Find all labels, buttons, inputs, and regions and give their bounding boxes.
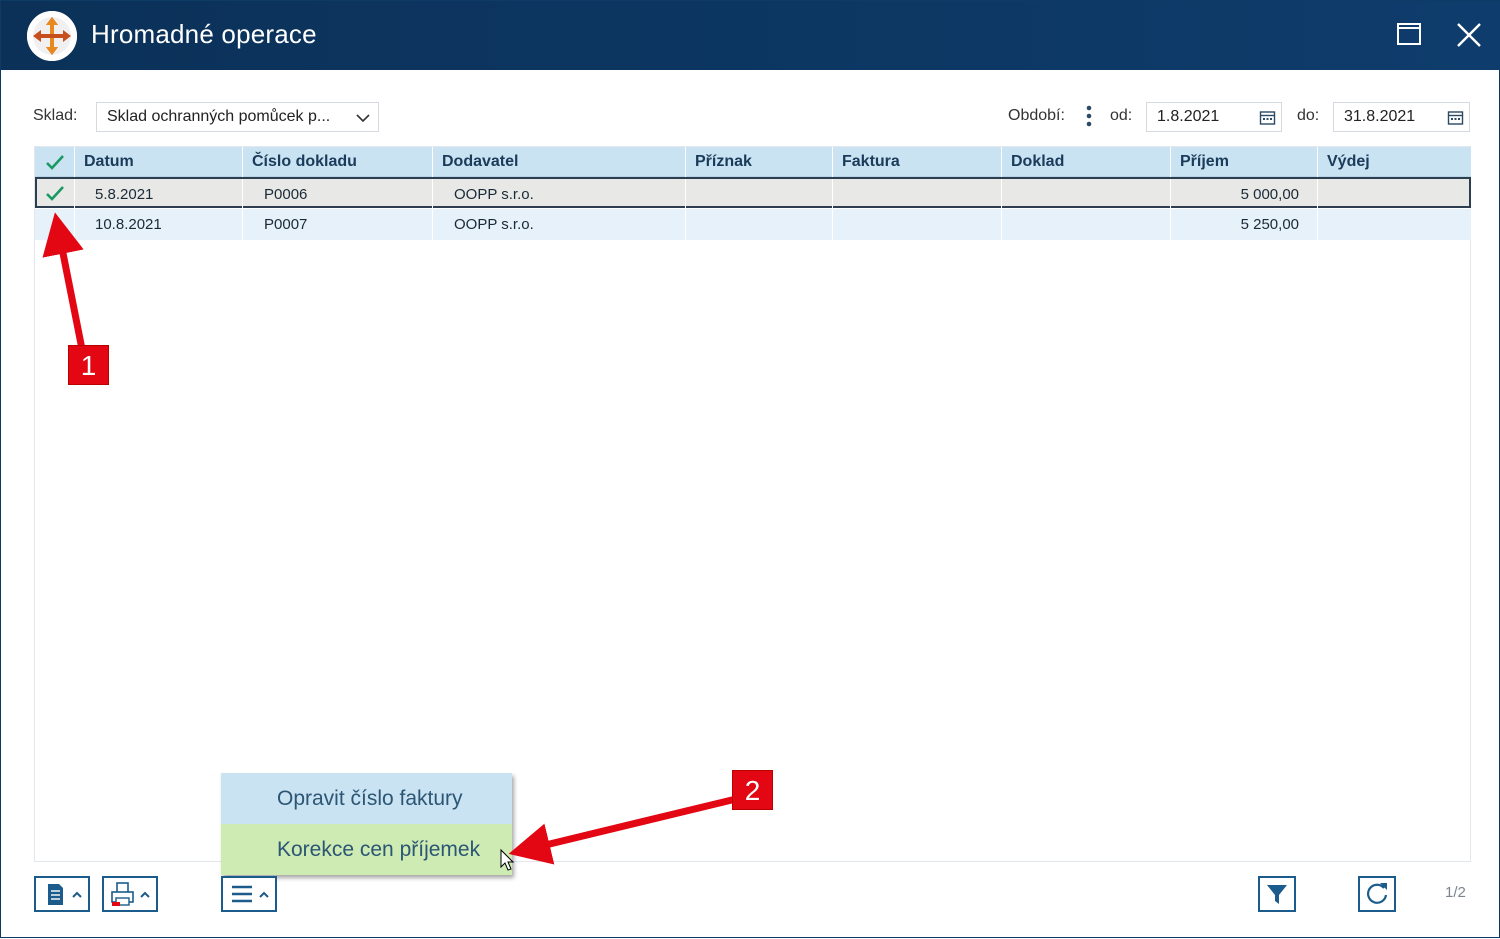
annotation-badge-2: 2 <box>732 770 773 810</box>
window: Hromadné operace Sklad: Sklad ochranných… <box>0 0 1500 938</box>
annotation-arrow-2 <box>508 795 737 865</box>
annotation-arrow-1 <box>42 212 86 350</box>
mouse-cursor-icon <box>500 848 515 871</box>
annotation-badge-1: 1 <box>68 345 109 385</box>
